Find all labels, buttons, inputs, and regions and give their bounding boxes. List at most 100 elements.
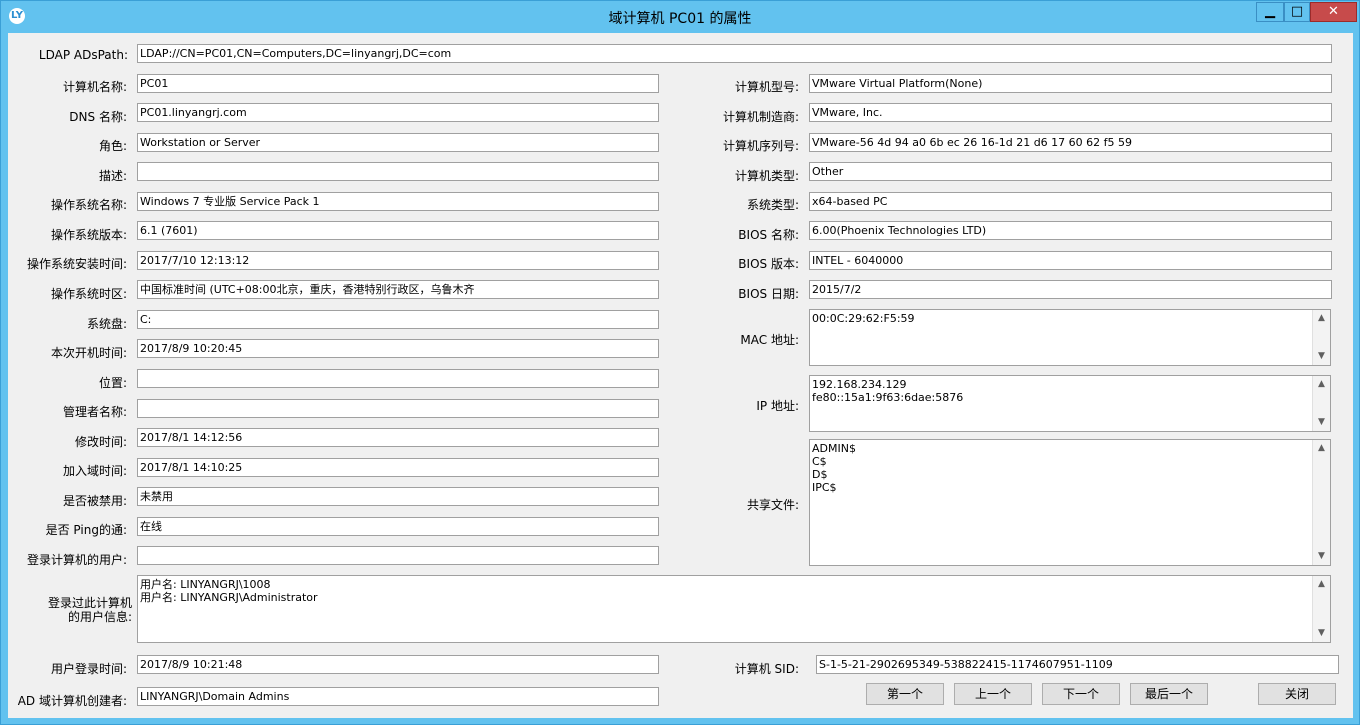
mac-address-textarea[interactable]: 00:0C:29:62:F5:59 ▲ ▼ [809, 309, 1331, 366]
disabled-status-field[interactable]: 未禁用 [137, 487, 659, 506]
boot-time-label: 本次开机时间: [50, 346, 127, 360]
mac-scrollbar[interactable]: ▲ ▼ [1312, 310, 1330, 365]
computer-name-label: 计算机名称: [62, 80, 127, 94]
ldap-label: LDAP ADsPath: [38, 48, 128, 62]
bios-name-field[interactable]: 6.00(Phoenix Technologies LTD) [809, 221, 1332, 240]
logged-on-user-field[interactable] [137, 546, 659, 565]
system-drive-label: 系统盘: [86, 317, 127, 331]
logon-time-field[interactable]: 2017/8/9 10:21:48 [137, 655, 659, 674]
shared-files-label: 共享文件: [746, 498, 799, 512]
ip-address-label: IP 地址: [756, 399, 799, 413]
scroll-up-icon[interactable]: ▲ [1313, 310, 1330, 327]
location-field[interactable] [137, 369, 659, 388]
logon-users-label-line2: 的用户信息: [67, 610, 132, 624]
scroll-down-icon[interactable]: ▼ [1313, 414, 1330, 431]
os-name-field[interactable]: Windows 7 专业版 Service Pack 1 [137, 192, 659, 211]
scroll-up-icon[interactable]: ▲ [1313, 440, 1330, 457]
os-version-field[interactable]: 6.1 (7601) [137, 221, 659, 240]
scroll-down-icon[interactable]: ▼ [1313, 625, 1330, 642]
bios-name-label: BIOS 名称: [738, 228, 799, 242]
os-version-label: 操作系统版本: [50, 228, 127, 242]
system-type-field[interactable]: x64-based PC [809, 192, 1332, 211]
manufacturer-label: 计算机制造商: [722, 110, 799, 124]
window-title: 域计算机 PC01 的属性 [608, 11, 752, 27]
logon-users-textarea[interactable]: 用户名: LINYANGRJ\1008 用户名: LINYANGRJ\Admin… [137, 575, 1331, 643]
logon-users-scrollbar[interactable]: ▲ ▼ [1312, 576, 1330, 642]
ip-address-line: 192.168.234.129 [812, 378, 907, 391]
creator-field[interactable]: LINYANGRJ\Domain Admins [137, 687, 659, 706]
computer-sid-label: 计算机 SID: [734, 662, 799, 676]
form-panel: LDAP ADsPath: LDAP://CN=PC01,CN=Computer… [8, 33, 1353, 718]
next-button[interactable]: 下一个 [1042, 683, 1120, 705]
modified-time-field[interactable]: 2017/8/1 14:12:56 [137, 428, 659, 447]
join-domain-time-label: 加入域时间: [62, 464, 127, 478]
os-timezone-field[interactable]: 中国标准时间 (UTC+08:00北京，重庆，香港特别行政区，乌鲁木齐 [137, 280, 659, 299]
computer-sid-field[interactable]: S-1-5-21-2902695349-538822415-1174607951… [816, 655, 1339, 674]
ping-status-field[interactable]: 在线 [137, 517, 659, 536]
location-label: 位置: [98, 376, 127, 390]
modified-time-label: 修改时间: [74, 435, 127, 449]
model-field[interactable]: VMware Virtual Platform(None) [809, 74, 1332, 93]
shared-file-line: ADMIN$ [812, 442, 856, 455]
properties-window: LY 域计算机 PC01 的属性 ▁ □ ✕ LDAP ADsPath: LDA… [0, 0, 1360, 725]
first-button[interactable]: 第一个 [866, 683, 944, 705]
mac-address-label: MAC 地址: [740, 333, 799, 347]
shared-file-line: D$ [812, 468, 828, 481]
boot-time-field[interactable]: 2017/8/9 10:20:45 [137, 339, 659, 358]
computer-name-field[interactable]: PC01 [137, 74, 659, 93]
shared-files-textarea[interactable]: ADMIN$ C$ D$ IPC$ ▲ ▼ [809, 439, 1331, 566]
scroll-up-icon[interactable]: ▲ [1313, 376, 1330, 393]
system-type-label: 系统类型: [746, 198, 799, 212]
logged-on-user-label: 登录计算机的用户: [26, 553, 127, 567]
logon-users-label: 登录过此计算机 的用户信息: [8, 596, 132, 624]
computer-type-label: 计算机类型: [734, 169, 799, 183]
bios-version-label: BIOS 版本: [738, 257, 799, 271]
scroll-up-icon[interactable]: ▲ [1313, 576, 1330, 593]
manufacturer-field[interactable]: VMware, Inc. [809, 103, 1332, 122]
os-name-label: 操作系统名称: [50, 198, 127, 212]
bios-version-field[interactable]: INTEL - 6040000 [809, 251, 1332, 270]
scroll-down-icon[interactable]: ▼ [1313, 548, 1330, 565]
manager-name-field[interactable] [137, 399, 659, 418]
join-domain-time-field[interactable]: 2017/8/1 14:10:25 [137, 458, 659, 477]
scroll-down-icon[interactable]: ▼ [1313, 348, 1330, 365]
creator-label: AD 域计算机创建者: [17, 694, 127, 708]
ip-address-line: fe80::15a1:9f63:6dae:5876 [812, 391, 964, 404]
role-field[interactable]: Workstation or Server [137, 133, 659, 152]
os-install-time-label: 操作系统安装时间: [26, 257, 127, 271]
close-button[interactable]: 关闭 [1258, 683, 1336, 705]
os-install-time-field[interactable]: 2017/7/10 12:13:12 [137, 251, 659, 270]
logon-time-label: 用户登录时间: [50, 662, 127, 676]
ldap-field[interactable]: LDAP://CN=PC01,CN=Computers,DC=linyangrj… [137, 44, 1332, 63]
logon-users-label-line1: 登录过此计算机 [47, 596, 132, 610]
serial-number-label: 计算机序列号: [722, 139, 799, 153]
logon-user-line: 用户名: LINYANGRJ\Administrator [140, 591, 318, 604]
mac-address-line: 00:0C:29:62:F5:59 [812, 312, 915, 325]
bios-date-label: BIOS 日期: [738, 287, 799, 301]
model-label: 计算机型号: [734, 80, 799, 94]
os-timezone-label: 操作系统时区: [50, 287, 127, 301]
disabled-status-label: 是否被禁用: [62, 494, 127, 508]
minimize-button[interactable]: ▁ [1256, 2, 1284, 22]
last-button[interactable]: 最后一个 [1130, 683, 1208, 705]
system-drive-field[interactable]: C: [137, 310, 659, 329]
ip-scrollbar[interactable]: ▲ ▼ [1312, 376, 1330, 431]
ip-address-textarea[interactable]: 192.168.234.129 fe80::15a1:9f63:6dae:587… [809, 375, 1331, 432]
bios-date-field[interactable]: 2015/7/2 [809, 280, 1332, 299]
shares-scrollbar[interactable]: ▲ ▼ [1312, 440, 1330, 565]
manager-name-label: 管理者名称: [62, 405, 127, 419]
computer-type-field[interactable]: Other [809, 162, 1332, 181]
logon-user-line: 用户名: LINYANGRJ\1008 [140, 578, 271, 591]
shared-file-line: C$ [812, 455, 827, 468]
serial-number-field[interactable]: VMware-56 4d 94 a0 6b ec 26 16-1d 21 d6 … [809, 133, 1332, 152]
title-bar[interactable]: LY 域计算机 PC01 的属性 ▁ □ ✕ [1, 1, 1359, 31]
dns-name-field[interactable]: PC01.linyangrj.com [137, 103, 659, 122]
description-label: 描述: [98, 169, 127, 183]
description-field[interactable] [137, 162, 659, 181]
role-label: 角色: [98, 139, 127, 153]
ping-status-label: 是否 Ping的通: [45, 523, 127, 537]
shared-file-line: IPC$ [812, 481, 837, 494]
previous-button[interactable]: 上一个 [954, 683, 1032, 705]
maximize-button[interactable]: □ [1284, 2, 1310, 22]
close-window-button[interactable]: ✕ [1310, 2, 1357, 22]
